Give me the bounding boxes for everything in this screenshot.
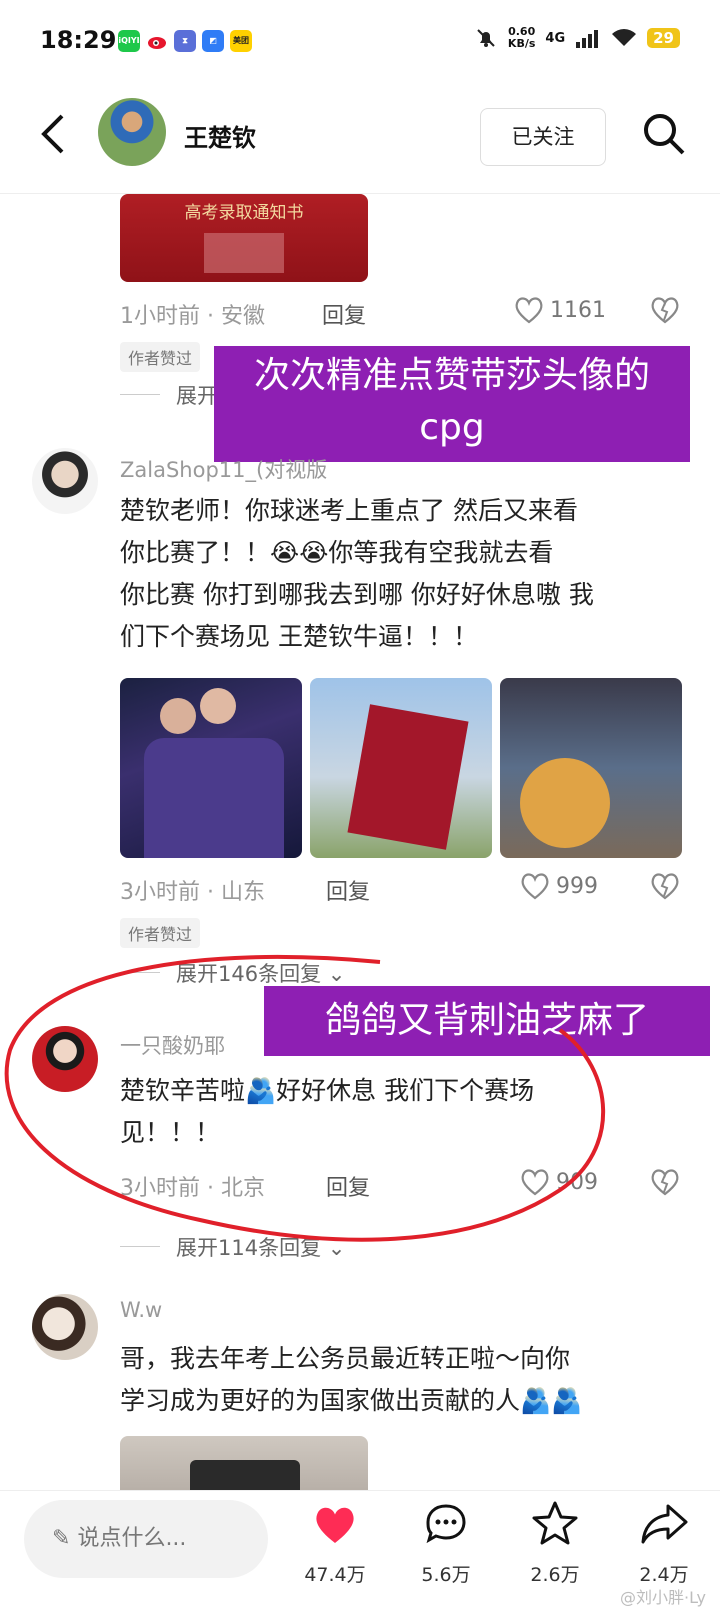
comment-bubble-icon[interactable]: [424, 1502, 468, 1546]
search-icon[interactable]: [640, 110, 688, 158]
heart-outline-icon[interactable]: [514, 296, 544, 324]
overlay-1-line2: cpg: [419, 407, 485, 448]
dislike-heart-icon[interactable]: [650, 872, 680, 900]
edit-pencil-icon: ✎: [52, 1526, 71, 1551]
author-liked-tag: 作者赞过: [120, 342, 201, 372]
comment-input[interactable]: ✎ 说点什么...: [24, 1500, 268, 1578]
comment-time-location: 3小时前 · 山东: [120, 880, 265, 905]
comment-line: 们下个赛场见 王楚钦牛逼！！！: [120, 622, 478, 651]
like-count: 1161: [550, 298, 606, 323]
status-time: 18:29: [40, 26, 117, 54]
comment-text: 楚钦老师！你球迷考上重点了 然后又来看 你比赛了！！😭😭你等我有空我就去看 你比…: [120, 490, 690, 658]
username-suffix: (对视版: [256, 458, 328, 482]
mute-bell-icon: [477, 29, 495, 47]
overlay-1-line1: 次次精准点赞带莎头像的: [253, 355, 650, 396]
comment-photo[interactable]: [120, 1436, 368, 1490]
like-count: 999: [556, 874, 598, 899]
photo-caption: 高考录取通知书: [184, 203, 304, 223]
meituan-app-icon: 美团: [230, 30, 252, 52]
profile-avatar[interactable]: [98, 98, 166, 166]
red-circle-annotation: [4, 954, 606, 1242]
comment-photo-arena[interactable]: [500, 678, 682, 858]
comment-input-placeholder: 说点什么...: [77, 1526, 187, 1551]
comment-line: 楚钦老师！你球迷考上重点了 然后又来看: [120, 496, 578, 525]
signal-icon: [576, 30, 599, 48]
comment-time-location: 1小时前 · 安徽: [120, 304, 265, 329]
caption-overlay-1: 次次精准点赞带莎头像的 cpg: [214, 346, 690, 462]
comment-photo-letter[interactable]: [310, 678, 492, 858]
comment-username[interactable]: W.w: [120, 1298, 162, 1322]
like-total: 47.4万: [304, 1564, 366, 1586]
dislike-heart-icon[interactable]: [650, 1168, 680, 1196]
network-type: 4G: [545, 30, 566, 46]
battery-level: 29: [647, 28, 680, 48]
admission-letter-photo[interactable]: 高考录取通知书: [120, 194, 368, 282]
author-liked-tag: 作者赞过: [120, 918, 201, 948]
commenter-avatar[interactable]: [32, 448, 98, 514]
reply-button[interactable]: 回复: [322, 298, 366, 330]
expand-divider: [120, 394, 160, 395]
comment-line: 学习成为更好的为国家做出贡献的人🫂🫂: [120, 1386, 583, 1415]
comment-text: 哥，我去年考上公务员最近转正啦～向你 学习成为更好的为国家做出贡献的人🫂🫂: [120, 1338, 700, 1422]
favorite-total: 2.6万: [530, 1564, 580, 1586]
comment-line: 你比赛了！！😭😭你等我有空我就去看: [120, 538, 554, 567]
net-speed-unit: KB/s: [507, 37, 536, 50]
share-total: 2.4万: [639, 1564, 689, 1586]
commenter-avatar[interactable]: [32, 1294, 98, 1360]
following-button[interactable]: 已关注: [480, 108, 606, 166]
back-arrow-icon[interactable]: [38, 112, 66, 156]
like-heart-filled-icon[interactable]: [312, 1504, 358, 1546]
blue-app-icon: ◩: [202, 30, 224, 52]
profile-name[interactable]: 王楚钦: [184, 118, 256, 153]
hourglass-app-icon: ⧗: [174, 30, 196, 52]
dislike-heart-icon[interactable]: [650, 296, 680, 324]
comment-line: 你比赛 你打到哪我去到哪 你好好休息嗷 我: [120, 580, 594, 609]
comment-line: 哥，我去年考上公务员最近转正啦～向你: [120, 1344, 571, 1373]
comment-photo-players[interactable]: [120, 678, 302, 858]
wifi-icon: [612, 29, 637, 46]
star-favorite-icon[interactable]: [532, 1500, 578, 1546]
comment-total: 5.6万: [421, 1564, 471, 1586]
share-arrow-icon[interactable]: [640, 1502, 688, 1546]
reply-button[interactable]: 回复: [326, 874, 370, 906]
username-text: ZalaShop11_: [120, 458, 256, 482]
comment-username[interactable]: ZalaShop11_(对视版: [120, 454, 327, 484]
expand-replies[interactable]: 展开: [176, 380, 218, 410]
blur-patch: [204, 233, 284, 273]
net-speed: 0.60 KB/s: [508, 26, 535, 50]
status-right: 0.60 KB/s 4G 29: [474, 26, 680, 50]
heart-outline-icon[interactable]: [520, 872, 550, 900]
weibo-app-icon: [146, 30, 168, 52]
iqiyi-app-icon: iQIYI: [118, 30, 140, 52]
watermark: @刘小胖·Ly: [619, 1588, 706, 1607]
